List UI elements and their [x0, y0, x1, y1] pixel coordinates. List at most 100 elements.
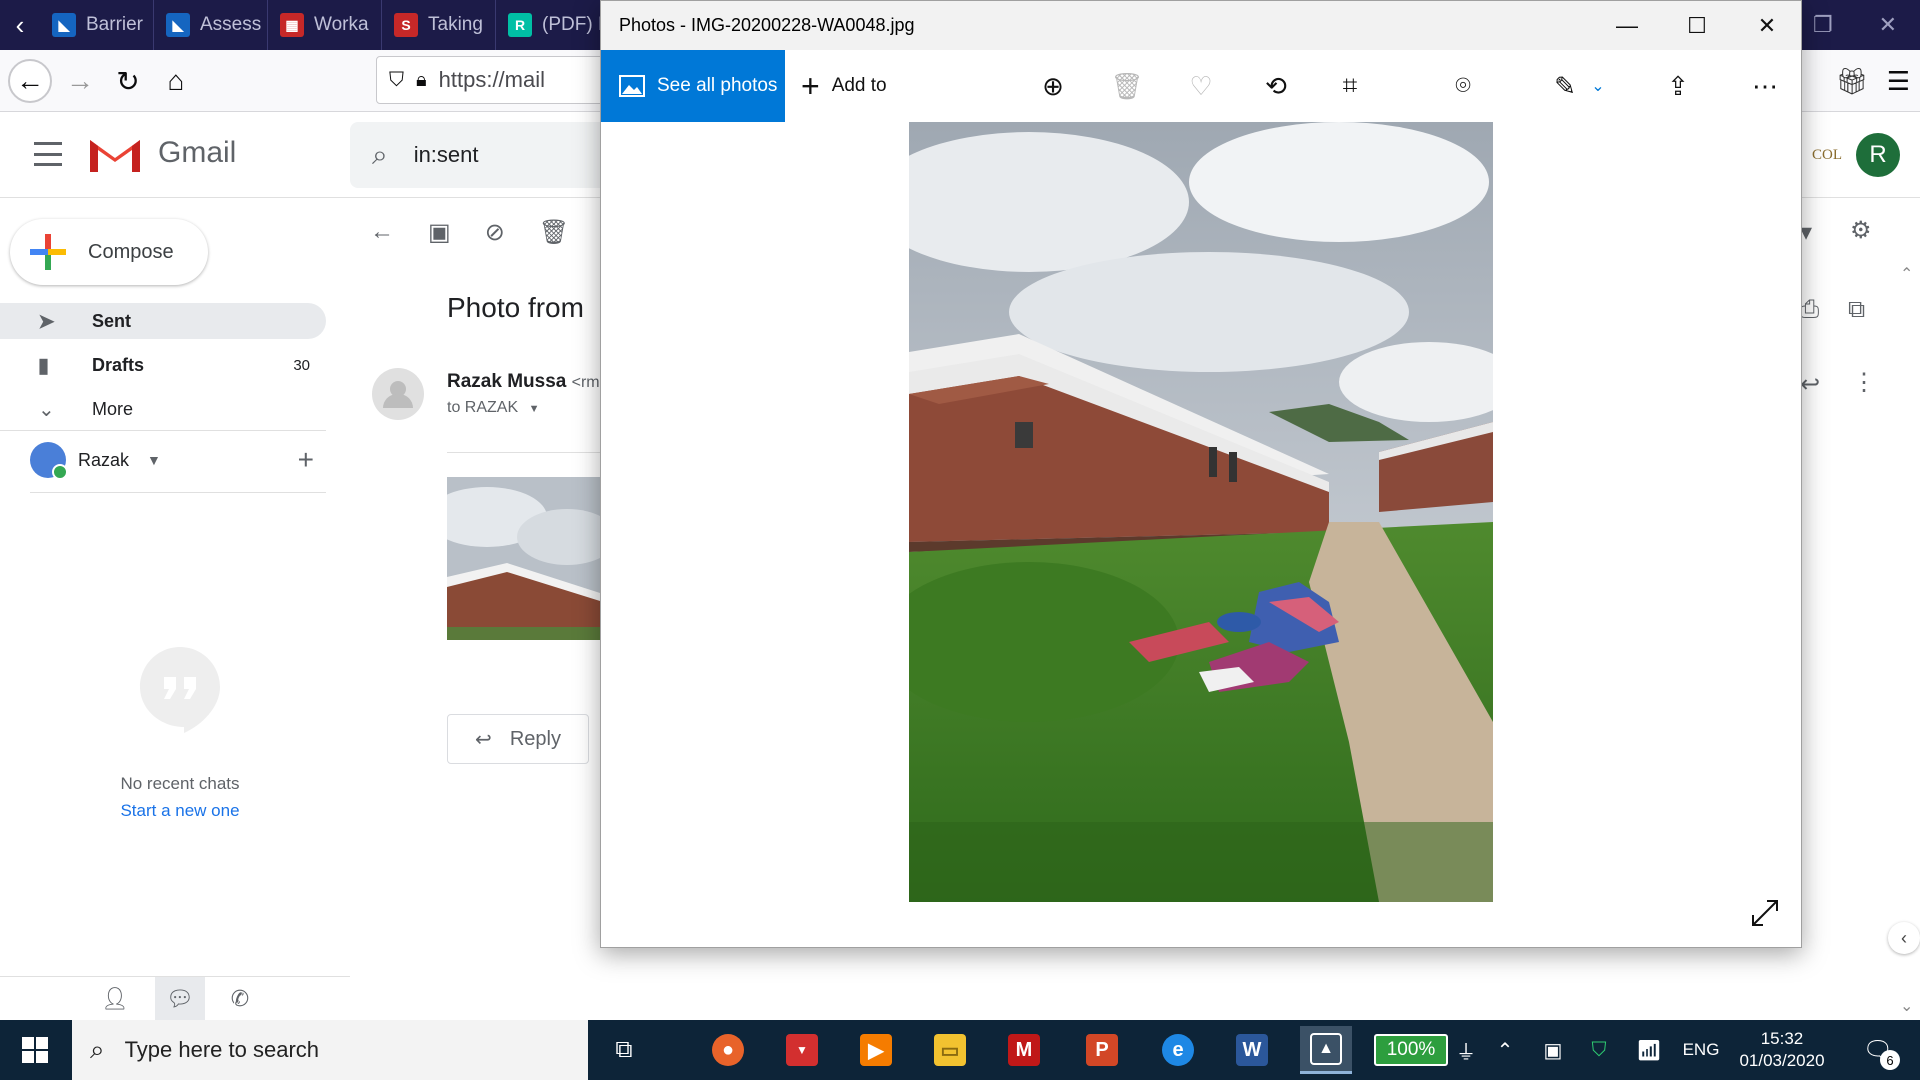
battery-indicator[interactable]: 100%	[1374, 1034, 1448, 1066]
scroll-up-icon[interactable]: ⌃	[1900, 264, 1913, 284]
taskbar-search-placeholder: Type here to search	[124, 1037, 320, 1062]
search-input[interactable]: ⌕ in:sent	[350, 122, 610, 188]
recipient-line[interactable]: to RAZAK ▼	[447, 399, 539, 417]
sidebar-item-sent[interactable]: ➤ Sent	[0, 303, 326, 339]
taskbar-edge[interactable]: e	[1152, 1026, 1204, 1074]
delete-icon[interactable]: 🗑︎	[1102, 50, 1152, 122]
menu-icon[interactable]: ☰	[1887, 66, 1910, 97]
browser-tab-2[interactable]: ◣ Assess	[154, 0, 268, 50]
add-to-button[interactable]: + Add to	[801, 50, 887, 122]
maximize-button[interactable]: ☐	[1663, 1, 1731, 50]
see-all-label: See all photos	[657, 75, 778, 96]
forward-button[interactable]: →	[58, 59, 102, 103]
taskbar-word[interactable]: W	[1226, 1026, 1278, 1074]
reload-button[interactable]: ↻	[106, 59, 150, 103]
tab-scroll-left-icon[interactable]: ‹	[0, 0, 40, 50]
share-icon[interactable]: ⇪	[1653, 50, 1703, 122]
close-icon[interactable]: ✕	[1879, 12, 1897, 38]
shield-icon[interactable]: ⛉	[389, 69, 404, 92]
lock-icon[interactable]: 🔒︎	[416, 69, 427, 92]
open-in-new-window-icon[interactable]: ⧉	[1848, 296, 1865, 324]
chevron-down-icon[interactable]: ⌄	[1573, 50, 1623, 122]
more-vert-icon[interactable]: ⋮	[1852, 368, 1876, 397]
taskbar-file-explorer[interactable]: ▭	[924, 1026, 976, 1074]
task-view-icon[interactable]: ⧉	[598, 1026, 650, 1074]
archive-icon[interactable]: ▣	[428, 218, 451, 247]
security-shield-icon[interactable]: ⛉	[1582, 1020, 1616, 1080]
close-button[interactable]: ✕	[1733, 1, 1801, 50]
sidebar-item-label: More	[92, 398, 134, 419]
start-new-chat-link[interactable]: Start a new one	[0, 801, 360, 821]
url-bar[interactable]: ⛉ 🔒︎ https://mail	[376, 56, 626, 104]
page-scrollbar[interactable]: ⌃ ‹ ⌄	[1888, 260, 1920, 1020]
main-menu-icon[interactable]	[34, 142, 62, 166]
browser-tab-5[interactable]: R (PDF) I	[496, 0, 610, 50]
more-options-icon[interactable]: ⋯	[1740, 50, 1790, 122]
see-all-photos-button[interactable]: See all photos	[601, 50, 785, 122]
side-panel-toggle-icon[interactable]: ‹	[1888, 922, 1920, 954]
back-button[interactable]: ←	[8, 59, 52, 103]
clock-date: 01/03/2020	[1739, 1051, 1825, 1070]
recipient-text: to RAZAK	[447, 399, 519, 416]
wifi-icon[interactable]: 📶︎	[1632, 1020, 1666, 1080]
rotate-icon[interactable]: ⟲	[1251, 50, 1301, 122]
taskbar-firefox[interactable]: ●	[702, 1026, 754, 1074]
taskbar-powerpoint[interactable]: P	[1076, 1026, 1128, 1074]
crop-icon[interactable]: ⌗	[1325, 50, 1375, 122]
start-button[interactable]	[0, 1020, 70, 1080]
sidebar-item-drafts[interactable]: ▮ Drafts 30	[0, 347, 326, 383]
tab-label: Assess	[200, 14, 262, 35]
browser-tab-4[interactable]: S Taking	[382, 0, 496, 50]
attachment-thumbnail[interactable]	[447, 477, 600, 640]
print-icon[interactable]: ⎙	[1800, 296, 1819, 324]
taskbar-clock[interactable]: 15:32 01/03/2020	[1734, 1028, 1830, 1072]
conversations-icon[interactable]: 💬︎	[154, 976, 205, 1021]
caret-down-icon[interactable]: ▼	[529, 403, 540, 415]
caret-down-icon[interactable]: ▼	[147, 452, 161, 468]
contacts-icon[interactable]: 👤︎	[101, 986, 129, 1012]
clock-time: 15:32	[1760, 1029, 1804, 1048]
sidebar-item-more[interactable]: ⌄ More	[0, 391, 326, 427]
favorite-heart-icon[interactable]: ♡	[1176, 50, 1226, 122]
minimize-button[interactable]: —	[1593, 1, 1661, 50]
action-center-icon[interactable]: 🗨︎ 6	[1858, 1032, 1900, 1070]
gift-icon[interactable]: 🎁︎	[1836, 66, 1869, 97]
settings-gear-icon[interactable]: ⚙	[1850, 216, 1872, 245]
reply-arrow-icon[interactable]: ↩	[1800, 370, 1820, 399]
sidebar-divider	[0, 430, 326, 431]
zoom-in-icon[interactable]: ⊕	[1028, 50, 1078, 122]
account-avatar[interactable]: R	[1856, 133, 1900, 177]
taskbar-photos[interactable]: ▲	[1300, 1026, 1352, 1074]
tab-label: Taking	[428, 14, 483, 35]
sender-address: <rm	[571, 374, 600, 391]
enhance-icon[interactable]: ⌾	[1438, 50, 1488, 122]
displayed-photo[interactable]	[909, 122, 1493, 902]
photos-toolbar: See all photos + Add to ⊕ 🗑︎ ♡ ⟲ ⌗ ⌾ ✎ ⌄…	[601, 50, 1801, 122]
screen-capture-icon[interactable]: ▣	[1536, 1020, 1570, 1080]
restore-icon[interactable]: ❐	[1813, 12, 1833, 38]
photos-app-window: Photos - IMG-20200228-WA0048.jpg — ☐ ✕ S…	[600, 0, 1802, 948]
taskbar-tubemate[interactable]: ▼	[776, 1026, 828, 1074]
full-screen-expand-icon[interactable]	[1749, 897, 1781, 929]
header-right: COL R	[1812, 130, 1900, 180]
add-chat-icon[interactable]: +	[298, 444, 314, 476]
back-arrow-icon[interactable]: ←	[370, 218, 394, 246]
delete-icon[interactable]: 🗑︎	[539, 218, 569, 247]
reply-button[interactable]: ↩ Reply	[447, 714, 589, 764]
report-spam-icon[interactable]: ⊘	[485, 218, 505, 247]
hangouts-user[interactable]: Razak ▼ +	[30, 440, 326, 480]
phone-icon[interactable]: ✆	[231, 986, 249, 1012]
language-indicator[interactable]: ENG	[1678, 1020, 1724, 1080]
search-icon[interactable]: ⌕	[372, 139, 388, 172]
compose-button[interactable]: Compose	[10, 219, 208, 285]
power-plug-icon[interactable]: ⏚	[1452, 1020, 1480, 1080]
show-hidden-icons-chevron-icon[interactable]: ⌃	[1490, 1020, 1520, 1080]
taskbar-mcafee[interactable]: M	[998, 1026, 1050, 1074]
browser-tab-1[interactable]: ◣ Barrier	[40, 0, 154, 50]
scroll-down-icon[interactable]: ⌄	[1900, 996, 1913, 1016]
home-button[interactable]: ⌂	[154, 59, 198, 103]
taskbar-media-player[interactable]: ▶	[850, 1026, 902, 1074]
compose-plus-icon	[30, 234, 66, 270]
taskbar-search-input[interactable]: ⌕ Type here to search	[72, 1020, 588, 1080]
browser-tab-3[interactable]: ▦ Worka	[268, 0, 382, 50]
